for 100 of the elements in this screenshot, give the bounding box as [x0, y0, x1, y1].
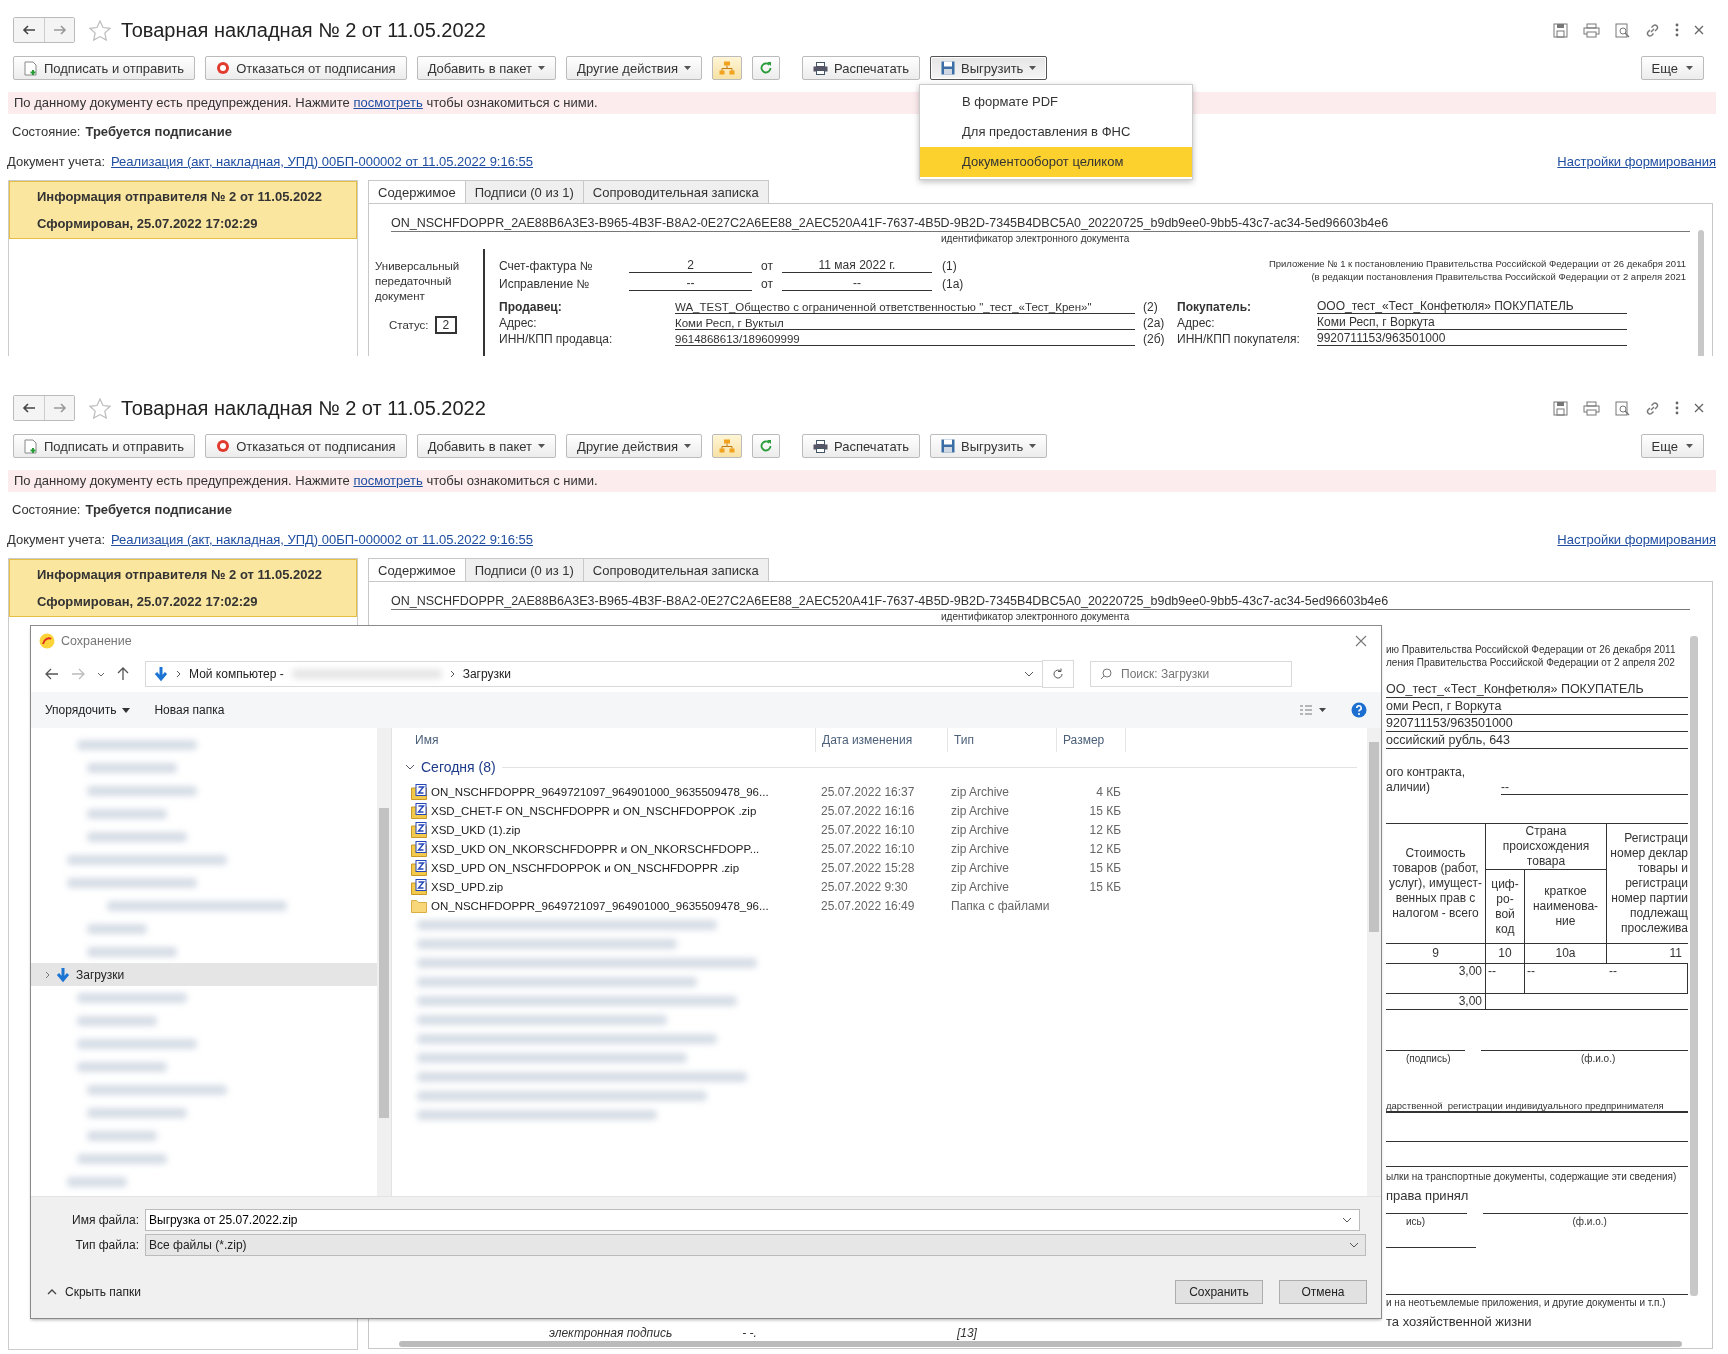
chevron-icon[interactable]	[405, 764, 415, 770]
save-icon[interactable]	[1553, 400, 1568, 416]
dialog-button[interactable]: Сохранить	[1175, 1280, 1263, 1304]
sender-info-text: Сформирован, 25.07.2022 17:02:29	[36, 215, 259, 233]
seller-label: Продавец:	[499, 300, 563, 314]
more-icon[interactable]	[1675, 401, 1679, 415]
table-cell: --	[1486, 964, 1525, 994]
more-button[interactable]: Еще	[1640, 56, 1704, 80]
back-button[interactable]	[14, 18, 44, 42]
toolbar-button[interactable]: Отказаться от подписания	[205, 434, 407, 458]
settings-link[interactable]: Настройки формирования	[1557, 531, 1716, 547]
settings-link[interactable]: Настройки формирования	[1557, 153, 1716, 169]
horizontal-scrollbar[interactable]	[399, 1341, 1682, 1347]
toolbar-button[interactable]: Добавить в пакет	[416, 434, 557, 458]
tree-item[interactable]: Загрузки	[31, 963, 377, 986]
file-row[interactable]: ON_NSCHFDOPPR_9649721097_964901000_9635509478_96... 25.07.2022 16:49 Папка с файлами	[397, 896, 1367, 915]
file-type: zip Archive	[950, 803, 1011, 818]
signature-text: - -.	[742, 1326, 757, 1340]
sender-info-item[interactable]: Информация отправителя № 2 от 11.05.2022 Сформирован, 25.07.2022 17:02:29	[9, 181, 357, 239]
tab[interactable]: Подписи (0 из 1)	[464, 558, 584, 581]
vertical-scrollbar[interactable]	[1698, 230, 1704, 356]
chevron-down-icon[interactable]	[1024, 671, 1034, 677]
preview-icon[interactable]	[1615, 22, 1630, 38]
file-row[interactable]: XSD_UPD ON_NSCHFDOPPOK и ON_NSCHFDOPPR .zip 25.07.2022 15:28 zip Archive 15 КБ	[397, 858, 1367, 877]
toolbar-button[interactable]: Выгрузить	[930, 434, 1048, 458]
star-icon[interactable]	[89, 397, 111, 419]
filename-field[interactable]: Выгрузка от 25.07.2022.zip	[145, 1209, 1360, 1231]
search-field[interactable]: Поиск: Загрузки	[1090, 661, 1292, 687]
path-segment[interactable]: Мой компьютер -	[189, 667, 284, 681]
view-link[interactable]: посмотреть	[353, 95, 423, 110]
vertical-scrollbar[interactable]	[377, 728, 391, 1196]
file-row[interactable]: XSD_CHET-F ON_NSCHFDOPPR и ON_NSCHFDOPPOK .zip 25.07.2022 16:16 zip Archive 15 КБ	[397, 801, 1367, 820]
toolbar-button[interactable]: Распечатать	[802, 434, 921, 458]
view-options-icon[interactable]	[1299, 704, 1327, 716]
menu-item[interactable]: Документооборот целиком	[920, 147, 1192, 177]
toolbar-button[interactable]: Подписать и отправить	[13, 434, 196, 458]
printer-icon[interactable]	[1583, 22, 1600, 38]
address-bar[interactable]: Мой компьютер - Загрузки	[145, 661, 1043, 687]
up-icon[interactable]	[117, 667, 129, 681]
toolbar-button[interactable]	[752, 56, 781, 80]
chevron-right-icon	[45, 970, 50, 979]
file-row[interactable]: XSD_UKD (1).zip 25.07.2022 16:10 zip Archive 12 КБ	[397, 820, 1367, 839]
buyer-value: ОО_тест_«Тест_Конфетюля» ПОКУПАТЕЛЬ	[1386, 681, 1688, 698]
close-icon[interactable]	[1694, 25, 1704, 35]
file-type-dropdown[interactable]: Все файлы (*.zip)	[145, 1234, 1366, 1256]
toolbar-button[interactable]: Добавить в пакет	[416, 56, 557, 80]
more-button[interactable]: Еще	[1640, 434, 1704, 458]
group-header[interactable]: Сегодня (8)	[421, 759, 496, 775]
file-row[interactable]: XSD_UPD.zip 25.07.2022 9:30 zip Archive 15 КБ	[397, 877, 1367, 896]
tab[interactable]: Содержимое	[368, 558, 466, 581]
back-button[interactable]	[14, 396, 44, 420]
buyer-label: ИНН/КПП покупателя:	[1177, 332, 1301, 346]
link-icon[interactable]	[1645, 400, 1660, 416]
chevron-down-icon[interactable]	[97, 671, 105, 677]
vertical-scrollbar[interactable]	[1367, 728, 1381, 1196]
accounting-doc-link[interactable]: Реализация (акт, накладная, УПД) 00БП-000002 от 11.05.2022 9:16:55	[111, 153, 533, 169]
back-icon[interactable]	[45, 668, 59, 680]
printer-icon[interactable]	[1583, 400, 1600, 416]
hierarchy-icon	[719, 439, 736, 453]
view-link[interactable]: посмотреть	[353, 473, 423, 488]
link-icon[interactable]	[1645, 22, 1660, 38]
toolbar-button[interactable]: Упорядочить	[45, 701, 131, 719]
accounting-doc-link[interactable]: Реализация (акт, накладная, УПД) 00БП-000002 от 11.05.2022 9:16:55	[111, 531, 533, 547]
toolbar-button[interactable]: Выгрузить	[930, 56, 1048, 80]
tab[interactable]: Подписи (0 из 1)	[464, 180, 584, 203]
refresh-button[interactable]	[1042, 660, 1074, 688]
toolbar-button[interactable]: Другие действия	[566, 434, 703, 458]
column-header[interactable]: Имя	[397, 728, 816, 752]
toolbar-button[interactable]: Распечатать	[802, 56, 921, 80]
toolbar-button[interactable]	[752, 434, 781, 458]
caret-icon	[1029, 444, 1037, 448]
star-icon[interactable]	[89, 19, 111, 41]
path-segment[interactable]: Загрузки	[462, 667, 511, 681]
file-type-label: Тип файла:	[74, 1238, 140, 1252]
more-icon[interactable]	[1675, 23, 1679, 37]
toolbar-button[interactable]: Новая папка	[154, 701, 225, 719]
column-header[interactable]: Дата изменения	[816, 728, 948, 752]
save-icon[interactable]	[1553, 22, 1568, 38]
document-id-caption: идентификатор электронного документа	[940, 232, 1131, 245]
preview-icon[interactable]	[1615, 400, 1630, 416]
from-label: от	[760, 259, 774, 273]
close-icon[interactable]	[1694, 403, 1704, 413]
tab[interactable]: Содержимое	[368, 180, 466, 203]
dialog-button[interactable]: Отмена	[1279, 1280, 1367, 1304]
toolbar-button[interactable]: Подписать и отправить	[13, 56, 196, 80]
vertical-scrollbar[interactable]	[1690, 636, 1698, 1296]
toolbar-button[interactable]: Отказаться от подписания	[205, 56, 407, 80]
help-icon[interactable]	[1351, 702, 1367, 718]
column-header[interactable]: Размер	[1057, 728, 1126, 752]
sender-info-item[interactable]: Информация отправителя № 2 от 11.05.2022 Сформирован, 25.07.2022 17:02:29	[9, 559, 357, 617]
menu-item[interactable]: Для предоставления в ФНС	[920, 117, 1192, 147]
toolbar-button[interactable]: Другие действия	[566, 56, 703, 80]
hide-folders-button[interactable]: Скрыть папки	[41, 1284, 147, 1300]
close-icon[interactable]	[1355, 635, 1367, 647]
contract-label: ого контракта, аличии)	[1386, 765, 1467, 795]
tab[interactable]: Сопроводительная записка	[582, 558, 769, 581]
file-row[interactable]: ON_NSCHFDOPPR_9649721097_964901000_9635509478_96... 25.07.2022 16:37 zip Archive 4 КБ	[397, 782, 1367, 801]
column-header[interactable]: Тип	[948, 728, 1057, 752]
tab[interactable]: Сопроводительная записка	[582, 180, 769, 203]
file-row[interactable]: XSD_UKD ON_NKORSCHFDOPPR и ON_NKORSCHFDOPP... 25.07.2022 16:10 zip Archive 12 КБ	[397, 839, 1367, 858]
